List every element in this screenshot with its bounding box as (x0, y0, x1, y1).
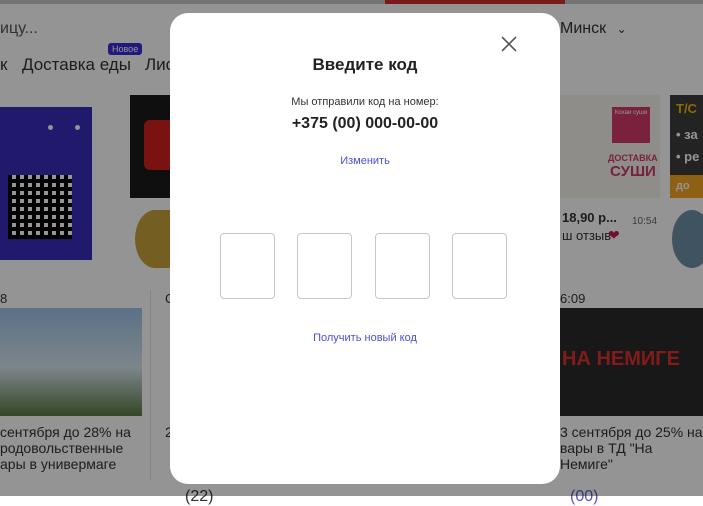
close-icon[interactable] (500, 35, 518, 53)
phone-number: +375 (00) 000-00-00 (291, 115, 439, 132)
modal-title: Введите код (312, 55, 418, 74)
change-number-link[interactable]: Изменить (170, 155, 560, 167)
verification-code-modal: Введите код Мы отправили код на номер: +… (170, 13, 560, 484)
code-digit-input-1[interactable] (220, 233, 275, 299)
code-digit-input-4[interactable] (452, 233, 507, 299)
code-digit-input-2[interactable] (297, 233, 352, 299)
code-digit-input-3[interactable] (375, 233, 430, 299)
resend-code-link[interactable]: Получить новый код (170, 332, 560, 344)
code-sent-text: Мы отправили код на номер: (291, 96, 439, 108)
